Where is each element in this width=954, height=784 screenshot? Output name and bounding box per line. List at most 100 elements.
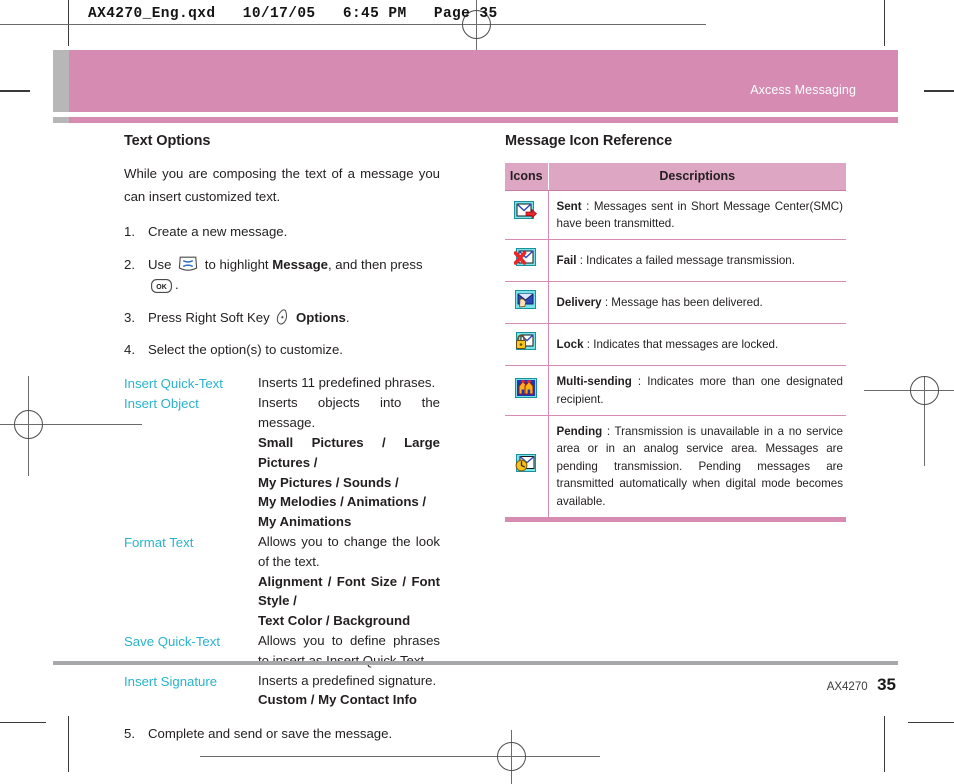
icon-separator: : <box>631 375 648 389</box>
icon-reference-title: Message Icon Reference <box>505 133 673 149</box>
table-bottom-rule <box>505 517 846 523</box>
multi-sending-icon <box>514 378 538 403</box>
footer-divider <box>53 661 898 665</box>
icon-separator: : <box>601 296 612 310</box>
icon-cell <box>505 239 549 283</box>
option-values: My Pictures / Sounds / <box>258 474 399 490</box>
icon-description: Message has been delivered. <box>611 296 763 310</box>
page-title: Text Options <box>124 133 211 149</box>
table-row: Lock : Indicates that messages are locke… <box>505 323 846 367</box>
step-text: Select the option(s) to customize. <box>148 342 343 358</box>
trim-tick-top-right <box>884 0 885 46</box>
icon-cell <box>505 365 549 417</box>
description-cell: Multi-sending : Indicates more than one … <box>548 365 846 417</box>
step-text-post: . <box>345 309 350 325</box>
trim-tick-left-horizontal <box>0 722 46 723</box>
option-description-text: Inserts a predefined signature. <box>258 672 437 688</box>
banner-pink-field <box>69 50 898 112</box>
banner-gray-tab <box>53 50 69 112</box>
icon-term: Delivery <box>556 296 602 310</box>
option-description: Inserts 11 predefined phrases. <box>258 373 440 394</box>
description-cell: Sent : Messages sent in Short Message Ce… <box>548 190 846 241</box>
description-cell: Lock : Indicates that messages are locke… <box>548 323 846 367</box>
table-header-row: Icons Descriptions <box>505 163 846 191</box>
pending-clock-icon <box>514 454 538 479</box>
step-number: 1. <box>124 224 135 240</box>
delivery-envelope-icon <box>514 290 538 315</box>
description-cell: Delivery : Message has been delivered. <box>548 281 846 325</box>
option-description: Inserts objects into the message. Small … <box>258 393 440 532</box>
right-soft-key-icon <box>276 309 289 326</box>
option-label-insert-quick-text[interactable]: Insert Quick-Text <box>124 373 258 394</box>
left-column: Text Options While you are composing the… <box>124 133 440 745</box>
list-item: 4. Select the option(s) to customize. <box>124 340 440 360</box>
list-item: 3. Press Right Soft Key Options. <box>124 308 440 328</box>
right-column: Message Icon Reference Icons Description… <box>505 133 846 523</box>
step-number: 2. <box>124 256 135 272</box>
description-cell: Fail : Indicates a failed message transm… <box>548 239 846 283</box>
icon-description: Indicates a failed message transmission. <box>586 254 795 268</box>
option-description-text: Inserts 11 predefined phrases. <box>258 374 436 390</box>
page-banner: Axcess Messaging <box>53 50 898 112</box>
icon-term: Sent <box>556 199 582 213</box>
icon-cell <box>505 190 549 241</box>
icon-term: Fail <box>556 254 577 268</box>
trim-tick-top-left <box>68 0 69 46</box>
trim-tick-mid-right <box>924 90 954 92</box>
message-icon-reference-table: Icons Descriptions Sent: Messages sent … <box>505 163 846 518</box>
banner-rule-gray <box>53 117 69 123</box>
ok-key-icon: OK <box>151 279 172 294</box>
list-item: 2. Use to highlight Message, and then pr… <box>124 255 440 296</box>
intro-paragraph: While you are composing the text of a me… <box>124 166 440 204</box>
icon-separator: : <box>581 199 594 213</box>
banner-rule-pink <box>69 117 898 123</box>
trim-tick-bottom-right <box>884 716 885 772</box>
step-number: 5. <box>124 726 135 742</box>
option-values: My Animations <box>258 514 352 530</box>
option-values: Text Color / Background <box>258 613 411 629</box>
description-cell: Pending : Transmission is unavailable in… <box>548 416 846 517</box>
step-text-mid: to highlight <box>204 256 269 272</box>
trim-tick-bottom-left <box>68 716 69 772</box>
step-text-mid2: , and then press <box>327 256 423 272</box>
text-options-definition-list: Insert Quick-Text Inserts 11 predefined … <box>124 373 440 711</box>
step-number: 4. <box>124 342 135 358</box>
table-row: Multi-sending : Indicates more than one … <box>505 365 846 417</box>
list-item: 1. Create a new message. <box>124 222 440 242</box>
nav-key-icon <box>178 256 198 273</box>
table-row: Fail : Indicates a failed message transm… <box>505 239 846 283</box>
step-number: 3. <box>124 309 135 325</box>
icon-description: Indicates that messages are locked. <box>593 338 779 352</box>
option-label-insert-object[interactable]: Insert Object <box>124 393 258 532</box>
option-description-text: Inserts objects into the message. <box>258 395 440 431</box>
print-job-header: AX4270_Eng.qxd 10/17/05 6:45 PM Page 35 <box>88 6 498 22</box>
icon-cell <box>505 323 549 367</box>
trim-tick-right-horizontal <box>908 722 954 723</box>
column-header-icons: Icons <box>505 163 549 191</box>
icon-term: Lock <box>556 338 584 352</box>
column-header-descriptions: Descriptions <box>548 163 846 191</box>
banner-underline-rule <box>53 117 898 123</box>
step-text-pre: Press Right Soft Key <box>148 309 270 325</box>
option-values: My Melodies / Animations / <box>258 494 427 510</box>
option-label-insert-signature[interactable]: Insert Signature <box>124 671 258 711</box>
option-values: Small Pictures / Large Pictures / <box>258 435 440 470</box>
step-text-pre: Use <box>148 256 172 272</box>
icon-term: Pending <box>556 425 603 439</box>
icon-separator: : <box>602 425 615 439</box>
final-step: 5. Complete and send or save the message… <box>124 724 440 744</box>
footer: AX4270 35 <box>827 675 896 695</box>
table-row: Pending : Transmission is unavailable in… <box>505 415 846 518</box>
option-label-format-text[interactable]: Format Text <box>124 532 258 631</box>
step-text: Complete and send or save the message. <box>148 726 393 742</box>
option-description: Allows you to change the look of the tex… <box>258 532 440 631</box>
sent-envelope-icon <box>514 201 538 227</box>
icon-cell <box>505 281 549 325</box>
step-bold-term: Options <box>296 309 346 325</box>
step-bold-term: Message <box>272 256 328 272</box>
option-values: Custom / My Contact Info <box>258 692 417 708</box>
instruction-steps: 1. Create a new message. 2. Use to highl… <box>124 222 440 360</box>
header-divider-line <box>68 2 69 44</box>
banner-title: Axcess Messaging <box>750 83 856 97</box>
step-text-post: . <box>175 277 179 293</box>
